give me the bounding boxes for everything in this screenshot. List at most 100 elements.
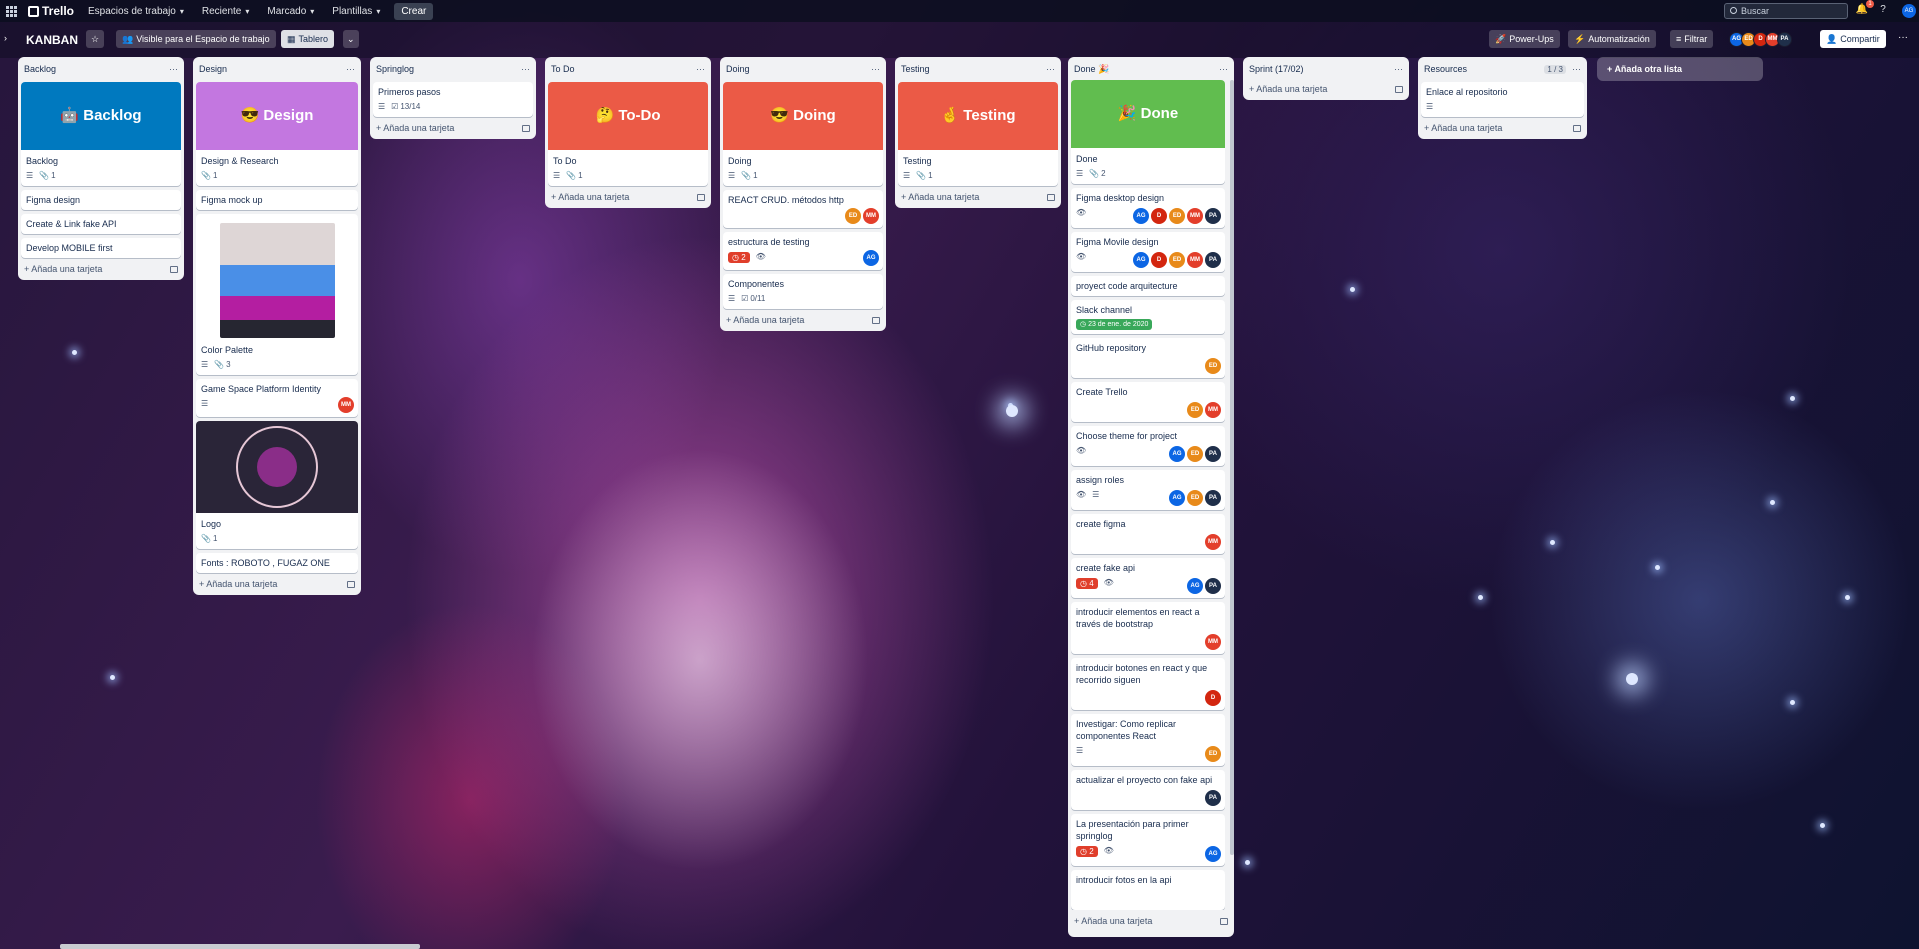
menu-templates[interactable]: Plantillas ▾ <box>332 6 380 17</box>
member-avatar[interactable]: ED <box>1169 252 1185 268</box>
card[interactable]: Investigar: Como replicar componentes Re… <box>1071 714 1225 766</box>
member-avatar[interactable]: ED <box>1205 746 1221 762</box>
list-title[interactable]: Springlog <box>376 64 414 74</box>
add-card-button[interactable]: + Añada una tarjeta <box>723 309 883 331</box>
add-list-button[interactable]: + Añada otra lista <box>1597 57 1763 81</box>
add-card-button[interactable]: + Añada una tarjeta <box>1246 78 1406 100</box>
card[interactable]: Choose theme for project 👁 AG ED PA <box>1071 426 1225 466</box>
list-header[interactable]: Done 🎉 ··· <box>1071 60 1231 78</box>
card[interactable]: Figma desktop design 👁 AG D ED MM PA <box>1071 188 1225 228</box>
user-avatar[interactable]: AG <box>1902 4 1916 18</box>
board-horizontal-scrollbar[interactable] <box>60 944 420 949</box>
card[interactable]: Create & Link fake API <box>21 214 181 234</box>
list-header[interactable]: Doing ··· <box>723 60 883 78</box>
card[interactable]: Slack channel ◷ 23 de ene. de 2020 <box>1071 300 1225 334</box>
list-header[interactable]: Sprint (17/02) ··· <box>1246 60 1406 78</box>
card[interactable]: create figma MM <box>1071 514 1225 554</box>
search-input[interactable]: Buscar <box>1724 3 1848 19</box>
template-icon[interactable] <box>1220 917 1228 925</box>
member-avatar[interactable]: AG <box>1205 846 1221 862</box>
board-title[interactable]: KANBAN <box>26 33 78 47</box>
help-icon[interactable]: ? <box>1876 3 1890 17</box>
member-avatar[interactable]: AG <box>1169 490 1185 506</box>
add-card-button[interactable]: + Añada una tarjeta <box>21 258 181 280</box>
card[interactable]: La presentación para primer springlog ◷ … <box>1071 814 1225 866</box>
card[interactable]: Fonts : ROBOTO , FUGAZ ONE <box>196 553 358 573</box>
add-card-button[interactable]: + Añada una tarjeta <box>898 186 1058 208</box>
list-menu-icon[interactable]: ··· <box>871 64 880 74</box>
list-menu-icon[interactable]: ··· <box>1219 64 1228 74</box>
list-menu-icon[interactable]: ··· <box>1572 64 1581 74</box>
list-menu-icon[interactable]: ··· <box>169 64 178 74</box>
list-header[interactable]: Testing ··· <box>898 60 1058 78</box>
template-icon[interactable] <box>347 580 355 588</box>
powerups-button[interactable]: 🚀 Power-Ups <box>1489 30 1560 48</box>
add-card-button[interactable]: + Añada una tarjeta <box>373 117 533 139</box>
template-icon[interactable] <box>872 316 880 324</box>
list-menu-icon[interactable]: ··· <box>1394 64 1403 74</box>
card[interactable]: introducir fotos en la api <box>1071 870 1225 910</box>
list-title[interactable]: Resources <box>1424 64 1467 74</box>
menu-starred[interactable]: Marcado ▾ <box>267 6 314 17</box>
member-avatar[interactable]: ED <box>1205 358 1221 374</box>
create-button[interactable]: Crear <box>394 2 434 20</box>
card[interactable]: Figma mock up <box>196 190 358 210</box>
card[interactable]: assign roles 👁 ☰ AG ED PA <box>1071 470 1225 510</box>
card[interactable]: 🤞 Testing Testing ☰ 📎 1 <box>898 82 1058 186</box>
member-avatar[interactable]: MM <box>1205 402 1221 418</box>
list-cards-scroll[interactable]: 🎉 Done Done ☰ 📎 2 Figma desktop design 👁 A… <box>1071 78 1231 910</box>
member-avatar[interactable]: PA <box>1777 32 1792 47</box>
member-avatar[interactable]: PA <box>1205 208 1221 224</box>
list-title[interactable]: Sprint (17/02) <box>1249 64 1304 74</box>
filter-button[interactable]: ≡ Filtrar <box>1670 30 1714 48</box>
list-scrollbar[interactable] <box>1230 80 1234 855</box>
card[interactable]: 😎 Doing Doing ☰ 📎 1 <box>723 82 883 186</box>
card[interactable]: Figma design <box>21 190 181 210</box>
card[interactable]: introducir elementos en react a través d… <box>1071 602 1225 654</box>
member-avatar[interactable]: MM <box>1187 208 1203 224</box>
member-avatar[interactable]: MM <box>1205 534 1221 550</box>
card[interactable]: Develop MOBILE first <box>21 238 181 258</box>
list-header[interactable]: Backlog ··· <box>21 60 181 78</box>
template-icon[interactable] <box>522 124 530 132</box>
add-card-button[interactable]: + Añada una tarjeta <box>196 573 358 595</box>
member-avatar[interactable]: ED <box>1187 402 1203 418</box>
trello-logo[interactable]: Trello <box>28 4 74 18</box>
card[interactable]: Enlace al repositorio ☰ <box>1421 82 1584 117</box>
add-card-button[interactable]: + Añada una tarjeta <box>1071 910 1231 932</box>
card[interactable]: Color Palette ☰ 📎 3 <box>196 214 358 375</box>
member-avatar[interactable]: PA <box>1205 446 1221 462</box>
member-avatar[interactable]: MM <box>1187 252 1203 268</box>
template-icon[interactable] <box>697 193 705 201</box>
member-avatar[interactable]: PA <box>1205 790 1221 806</box>
card[interactable]: proyect code arquitecture <box>1071 276 1225 296</box>
card[interactable]: 🤖 Backlog Backlog ☰ 📎 1 <box>21 82 181 186</box>
member-avatar[interactable]: D <box>1151 252 1167 268</box>
card[interactable]: estructura de testing ◷ 2 👁 AG <box>723 232 883 270</box>
member-avatar[interactable]: ED <box>1187 446 1203 462</box>
list-menu-icon[interactable]: ··· <box>696 64 705 74</box>
views-dropdown-button[interactable]: ⌄ <box>343 30 359 48</box>
member-avatar[interactable]: ED <box>1187 490 1203 506</box>
list-title[interactable]: To Do <box>551 64 575 74</box>
template-icon[interactable] <box>1395 85 1403 93</box>
member-avatar[interactable]: PA <box>1205 490 1221 506</box>
member-avatar[interactable]: MM <box>1205 634 1221 650</box>
card[interactable]: Game Space Platform Identity ☰ MM <box>196 379 358 417</box>
member-avatar[interactable]: MM <box>863 208 879 224</box>
member-avatar[interactable]: ED <box>1169 208 1185 224</box>
menu-recent[interactable]: Reciente ▾ <box>202 6 249 17</box>
card[interactable]: Figma Movile design 👁 AG D ED MM PA <box>1071 232 1225 272</box>
card[interactable]: Create Trello ED MM <box>1071 382 1225 422</box>
member-avatar[interactable]: ED <box>845 208 861 224</box>
list-title[interactable]: Doing <box>726 64 750 74</box>
list-title[interactable]: Done 🎉 <box>1074 64 1109 75</box>
list-header[interactable]: To Do ··· <box>548 60 708 78</box>
list-header[interactable]: Springlog ··· <box>373 60 533 78</box>
card[interactable]: Componentes ☰ ☑ 0/11 <box>723 274 883 309</box>
list-header[interactable]: Resources 1 / 3 ··· <box>1421 60 1584 78</box>
member-avatar[interactable]: PA <box>1205 252 1221 268</box>
board-view-button[interactable]: ▦ Tablero <box>281 30 335 48</box>
list-title[interactable]: Testing <box>901 64 930 74</box>
card[interactable]: REACT CRUD. métodos http ED MM <box>723 190 883 228</box>
